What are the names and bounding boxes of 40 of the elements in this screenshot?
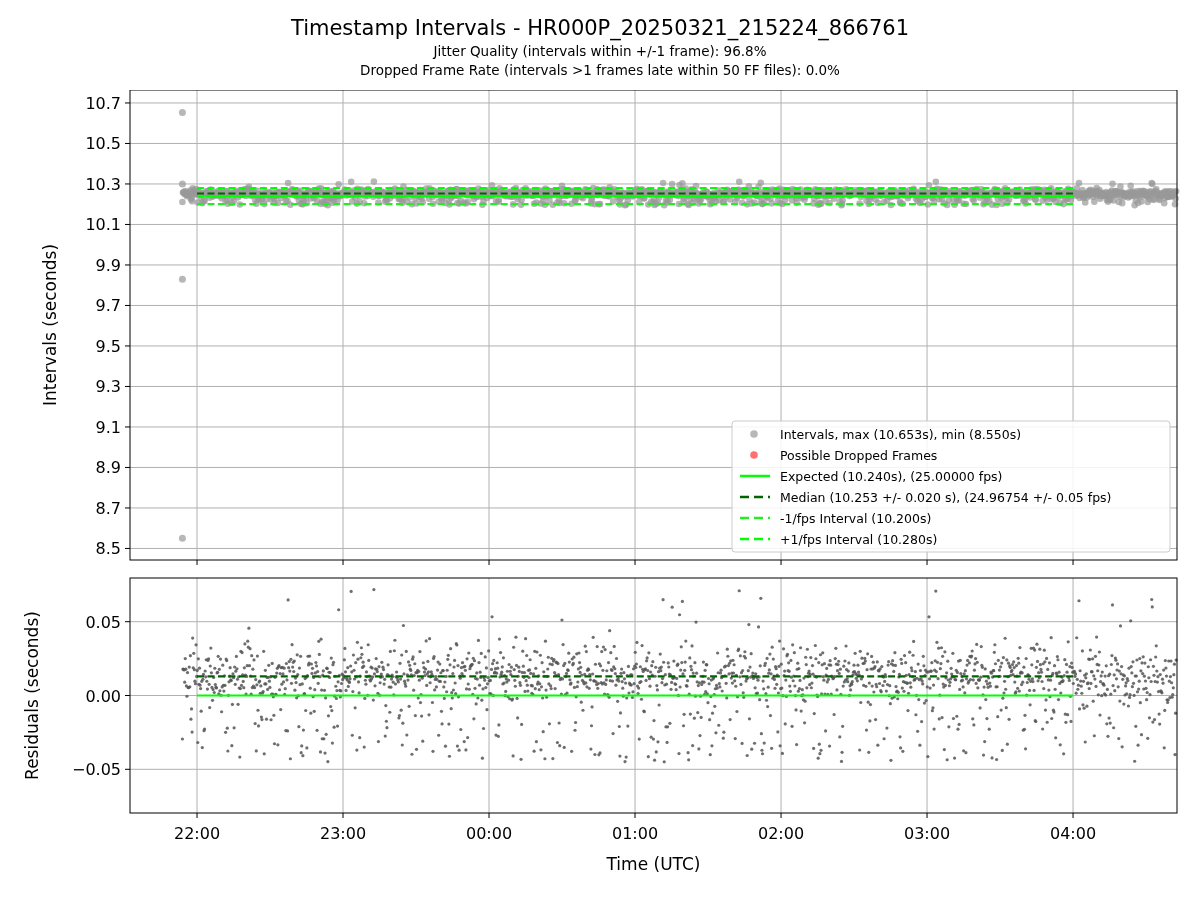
tick-label: 9.5 (95, 336, 121, 356)
tick-label: 23:00 (319, 824, 367, 843)
legend-line-icon (740, 495, 770, 499)
tick-label: 10.5 (85, 134, 121, 154)
axis-label: Time (UTC) (606, 854, 701, 874)
legend-label: Expected (10.240s), (25.00000 fps) (780, 468, 1003, 484)
legend-label: -1/fps Interval (10.200s) (780, 510, 932, 526)
legend-line-icon (740, 516, 770, 520)
tick-label: 04:00 (1050, 824, 1097, 843)
axis-label: Intervals (seconds) (40, 243, 60, 407)
axis-label: Residuals (seconds) (22, 611, 42, 780)
figure-subtitle: Dropped Frame Rate (intervals >1 frames late within 50 FF files): 0.0% (360, 61, 840, 80)
legend-label: Intervals, max (10.653s), min (8.550s) (780, 426, 1022, 442)
tick-label: 9.1 (95, 417, 121, 437)
tick-label: 10.3 (85, 174, 121, 194)
tick-label: 0.05 (85, 612, 121, 632)
tick-label: 8.5 (95, 539, 121, 559)
legend-marker-icon (750, 430, 758, 438)
tick-label: −0.05 (71, 760, 121, 780)
figure-subtitle: Jitter Quality (intervals within +/-1 frame): 96.8% (433, 42, 767, 61)
tick-label: 00:00 (465, 824, 513, 843)
tick-label: 8.9 (95, 458, 121, 478)
tick-label: 02:00 (758, 824, 805, 843)
tick-label: 9.9 (95, 255, 121, 275)
legend-line-icon (740, 537, 770, 541)
tick-label: 0.00 (85, 686, 121, 706)
tick-label: 10.7 (85, 93, 121, 113)
tick-label: 10.1 (85, 215, 121, 235)
legend-label: Possible Dropped Frames (780, 447, 938, 463)
figure-title: Timestamp Intervals - HR000P_20250321_215224_866761 (290, 15, 909, 42)
tick-label: 03:00 (904, 824, 951, 843)
tick-label: 9.3 (95, 377, 121, 397)
tick-label: 8.7 (95, 498, 121, 518)
tick-label: 9.7 (95, 296, 121, 316)
tick-label: 22:00 (173, 824, 221, 843)
legend-label: +1/fps Interval (10.280s) (780, 531, 938, 547)
tick-label: 01:00 (612, 824, 659, 843)
legend-label: Median (10.253 +/- 0.020 s), (24.96754 +/- 0.05 fps) (780, 489, 1112, 505)
legend-marker-icon (750, 451, 758, 459)
legend-line-icon (740, 474, 770, 478)
